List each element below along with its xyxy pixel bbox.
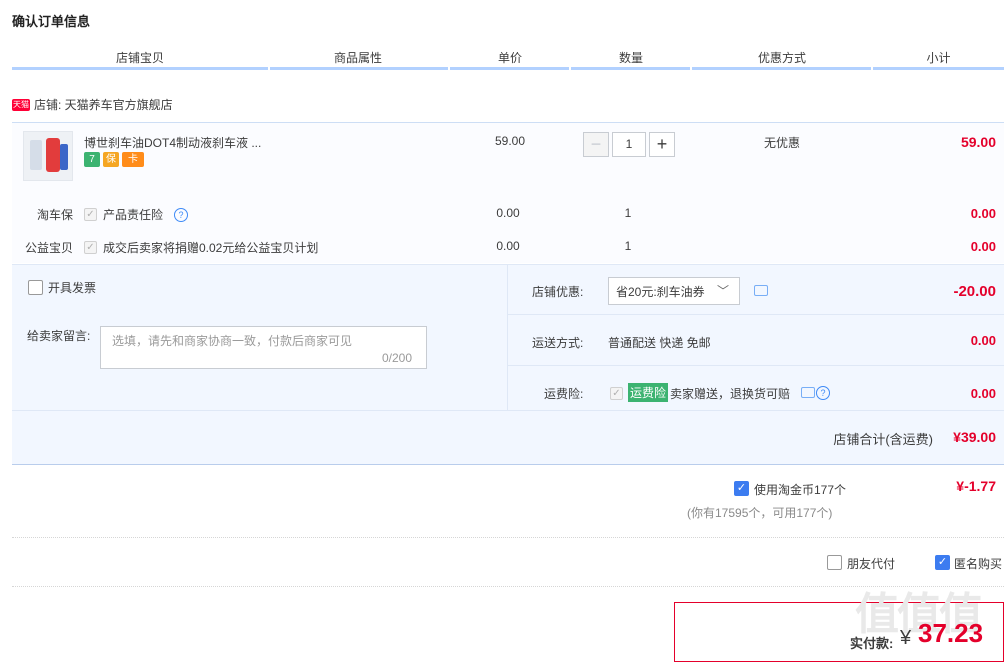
use-coins-checkbox[interactable]: ✓: [734, 481, 749, 496]
service-name-liability-insurance: 产品责任险: [103, 208, 164, 222]
coins-note: (你有17595个，可用177个): [687, 506, 833, 520]
anonymous-purchase-label: 匿名购买: [954, 557, 1003, 571]
quantity-stepper: − 1 +: [583, 132, 675, 157]
header-rule: [12, 67, 268, 70]
header-rule: [571, 67, 690, 70]
shop-row: 天猫 店铺: 天猫养车官方旗舰店: [12, 96, 173, 113]
friend-pay-label: 朋友代付: [847, 557, 896, 571]
service-price: 0.00: [496, 206, 520, 220]
product-badges: 7 保 卡: [84, 152, 144, 167]
freight-insurance-tag: 运费险: [628, 383, 669, 402]
service-label-charity: 公益宝贝: [24, 241, 73, 255]
header-rule: [873, 67, 1004, 70]
coins-amount: ¥-1.77: [956, 478, 996, 494]
invoice-label: 开具发票: [48, 281, 97, 295]
product-title-link[interactable]: 博世刹车油DOT4制动液刹车液 ...: [84, 134, 261, 151]
message-placeholder: 选填，请先和商家协商一致，付款后商家可见: [112, 334, 353, 348]
freight-insurance-checkbox[interactable]: ✓: [610, 387, 623, 400]
header-rule: [692, 67, 871, 70]
chat-bubble-icon[interactable]: [801, 387, 815, 398]
divider: [507, 314, 1004, 315]
service-name-charity: 成交后卖家将捐赠0.02元给公益宝贝计划: [103, 241, 319, 255]
column-header-unit-price: 单价: [497, 51, 522, 65]
service-subtotal: 0.00: [970, 206, 996, 221]
payment-amount: 37.23: [918, 618, 984, 648]
insurance-checkbox[interactable]: ✓: [84, 208, 97, 221]
freight-insurance-amount: 0.00: [970, 386, 996, 401]
service-price: 0.00: [496, 239, 520, 253]
service-quantity: 1: [624, 239, 632, 253]
item-subtotal: 59.00: [960, 134, 996, 150]
freight-insurance-label: 运费险:: [544, 387, 584, 401]
column-header-attributes: 商品属性: [333, 51, 382, 65]
quantity-increase-button[interactable]: +: [649, 132, 675, 157]
quantity-decrease-button[interactable]: −: [583, 132, 609, 157]
shipping-amount: 0.00: [970, 333, 996, 348]
help-icon[interactable]: ?: [816, 386, 830, 400]
divider: [12, 537, 1004, 538]
anonymous-purchase-checkbox[interactable]: ✓: [935, 555, 950, 570]
column-header-shop-item: 店铺宝贝: [115, 51, 164, 65]
guarantee-icon[interactable]: 保: [103, 152, 119, 167]
payment-currency: ¥: [900, 627, 912, 649]
friend-pay-checkbox[interactable]: [827, 555, 842, 570]
discount-method: 无优惠: [763, 136, 800, 150]
card-payment-icon[interactable]: 卡: [122, 152, 144, 167]
tmall-logo-icon: 天猫: [12, 98, 30, 111]
help-icon[interactable]: ?: [174, 208, 188, 222]
shop-name-link[interactable]: 店铺: 天猫养车官方旗舰店: [34, 96, 173, 113]
header-rule: [450, 67, 569, 70]
service-subtotal: 0.00: [970, 239, 996, 254]
service-label-taochebao: 淘车保: [36, 208, 73, 222]
payment-label: 实付款:: [850, 636, 894, 651]
shop-total-amount: ¥39.00: [953, 429, 996, 445]
invoice-checkbox[interactable]: [28, 280, 43, 295]
column-header-discount: 优惠方式: [757, 51, 806, 65]
chat-bubble-icon[interactable]: [754, 285, 768, 296]
use-coins-label: 使用淘金币177个: [754, 483, 847, 497]
header-rule: [270, 67, 448, 70]
shop-discount-selected: 省20元:刹车油券: [616, 285, 705, 299]
service-quantity: 1: [624, 206, 632, 220]
shipping-method: 普通配送 快递 免邮: [608, 336, 711, 350]
charity-checkbox[interactable]: ✓: [84, 241, 97, 254]
message-char-counter: 0/200: [382, 351, 413, 365]
seven-day-return-icon[interactable]: 7: [84, 152, 100, 167]
column-header-subtotal: 小计: [926, 51, 951, 65]
quantity-input[interactable]: 1: [612, 132, 646, 157]
divider: [507, 264, 508, 410]
freight-insurance-desc: 卖家赠送，退换货可赔: [670, 387, 791, 401]
page-title: 确认订单信息: [12, 14, 91, 29]
column-header-quantity: 数量: [618, 51, 643, 65]
shop-discount-label: 店铺优惠:: [532, 285, 584, 299]
divider: [507, 365, 1004, 366]
shop-discount-amount: -20.00: [953, 283, 996, 300]
shipping-label: 运送方式:: [532, 336, 584, 350]
product-thumbnail[interactable]: [23, 131, 73, 181]
message-label: 给卖家留言:: [27, 329, 91, 343]
chevron-down-icon: ﹀: [717, 284, 730, 298]
unit-price: 59.00: [494, 134, 526, 148]
